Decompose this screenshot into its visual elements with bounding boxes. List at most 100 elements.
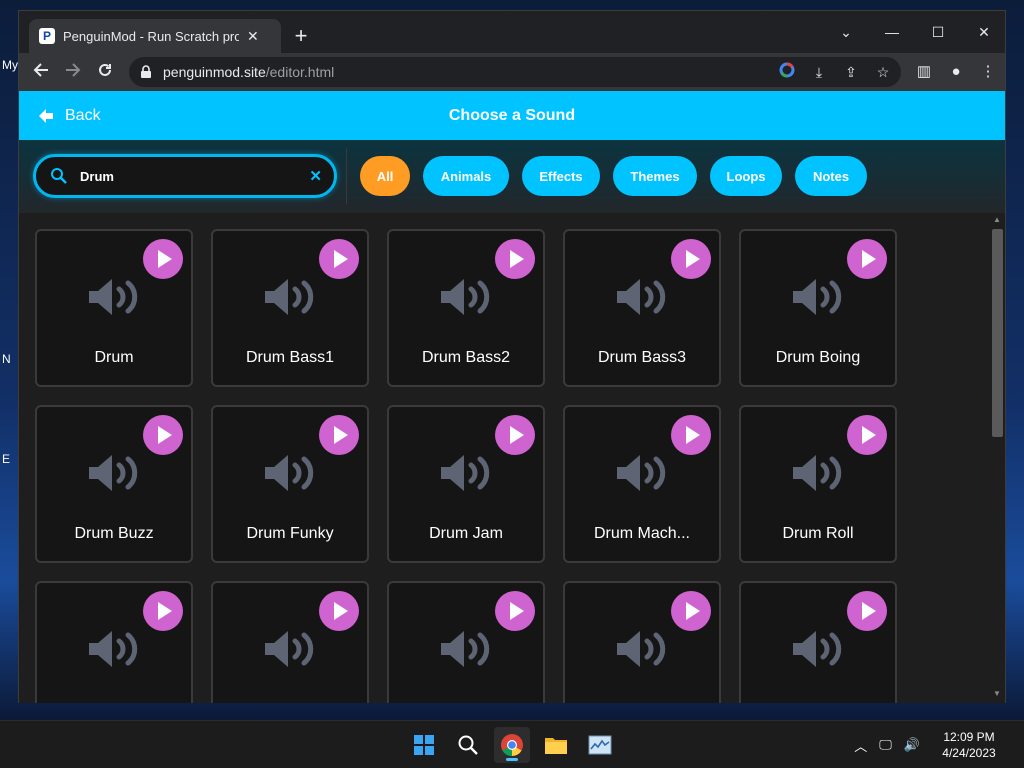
browser-toolbar: penguinmod.site/editor.html ⤓ ⇪ ☆ ▥ ● ⋮ (19, 53, 1005, 91)
sound-card[interactable]: Drum Boing (739, 229, 897, 387)
filter-pill-effects[interactable]: Effects (522, 156, 600, 196)
file-explorer-icon[interactable] (538, 727, 574, 763)
new-tab-button[interactable]: + (287, 23, 315, 51)
play-button[interactable] (143, 591, 183, 631)
sound-card[interactable]: Drum Bass3 (563, 229, 721, 387)
back-button[interactable]: Back (37, 91, 101, 140)
sound-card[interactable] (387, 581, 545, 703)
scrollbar[interactable]: ▲ ▼ (989, 213, 1005, 703)
sound-card[interactable] (739, 581, 897, 703)
taskbar-search-icon[interactable] (450, 727, 486, 763)
network-icon[interactable]: 🖵 (879, 737, 892, 753)
browser-tab[interactable]: P PenguinMod - Run Scratch proje ✕ (29, 19, 281, 53)
chrome-icon[interactable] (494, 727, 530, 763)
filter-pill-themes[interactable]: Themes (613, 156, 697, 196)
play-button[interactable] (319, 239, 359, 279)
reload-icon[interactable] (91, 58, 119, 86)
play-icon (510, 426, 524, 444)
speaker-icon (793, 455, 842, 491)
tab-search-chevron-icon[interactable]: ⌄ (823, 17, 869, 47)
minimize-button[interactable]: — (869, 17, 915, 47)
bookmark-star-icon[interactable]: ☆ (873, 62, 893, 82)
search-field[interactable]: ✕ (33, 154, 337, 198)
sound-name: Drum Boing (775, 349, 861, 366)
sound-card[interactable] (563, 581, 721, 703)
share-icon[interactable]: ⇪ (841, 62, 861, 82)
play-icon (686, 250, 700, 268)
sound-name: Drum Bass2 (421, 349, 511, 366)
profile-icon[interactable]: ● (947, 62, 965, 82)
sound-card[interactable]: Drum Bass1 (211, 229, 369, 387)
play-icon (334, 250, 348, 268)
clear-search-icon[interactable]: ✕ (309, 167, 322, 185)
scroll-down-icon[interactable]: ▼ (992, 689, 1002, 698)
play-button[interactable] (671, 239, 711, 279)
play-button[interactable] (143, 415, 183, 455)
scrollbar-thumb[interactable] (992, 229, 1003, 437)
sound-name: Drum Mach... (593, 525, 690, 542)
sound-card[interactable] (35, 581, 193, 703)
sound-card[interactable]: Drum Mach... (563, 405, 721, 563)
clock-time: 12:09 PM (943, 730, 995, 744)
play-icon (510, 250, 524, 268)
close-tab-icon[interactable]: ✕ (247, 28, 259, 45)
menu-kebab-icon[interactable]: ⋮ (979, 62, 997, 82)
clock-date: 4/24/2023 (942, 746, 996, 760)
desktop-icon-label[interactable]: My (2, 58, 18, 72)
sound-card[interactable]: Drum Jam (387, 405, 545, 563)
search-input[interactable] (80, 168, 290, 184)
sound-card[interactable]: Drum Buzz (35, 405, 193, 563)
back-arrow-icon[interactable] (27, 58, 55, 86)
volume-icon[interactable]: 🔊 (904, 737, 920, 753)
sound-name: Drum Jam (429, 525, 503, 542)
desktop-icon-label[interactable]: N (2, 352, 11, 366)
play-button[interactable] (495, 591, 535, 631)
sound-name: Drum Buzz (74, 525, 154, 542)
taskbar: ︿ 🖵 🔊 12:09 PM 4/24/2023 (0, 720, 1024, 768)
play-icon (334, 426, 348, 444)
sound-grid-scroll[interactable]: Drum Drum Bass1 Drum Bass2 Drum Bass3 Drum B… (19, 213, 1005, 703)
speaker-icon (617, 455, 666, 491)
search-icon (51, 168, 67, 184)
speaker-icon (617, 279, 666, 315)
play-button[interactable] (319, 415, 359, 455)
play-button[interactable] (847, 591, 887, 631)
sound-card[interactable]: Drum Bass2 (387, 229, 545, 387)
install-app-icon[interactable]: ⤓ (809, 62, 829, 82)
url-path: /editor.html (265, 64, 335, 80)
play-button[interactable] (847, 239, 887, 279)
play-button[interactable] (143, 239, 183, 279)
speaker-icon (265, 279, 314, 315)
play-button[interactable] (495, 415, 535, 455)
side-panel-icon[interactable]: ▥ (915, 62, 933, 82)
windows-start-icon[interactable] (406, 727, 442, 763)
sound-name: Drum (94, 349, 134, 366)
play-button[interactable] (671, 415, 711, 455)
scroll-up-icon[interactable]: ▲ (992, 215, 1002, 224)
address-bar[interactable]: penguinmod.site/editor.html ⤓ ⇪ ☆ (129, 57, 901, 87)
desktop-icon-label[interactable]: E (2, 452, 10, 466)
url-host: penguinmod.site (163, 64, 266, 80)
filter-pill-notes[interactable]: Notes (795, 156, 867, 196)
filter-pill-animals[interactable]: Animals (423, 156, 509, 196)
tray-overflow-chevron-icon[interactable]: ︿ (854, 736, 867, 755)
play-icon (158, 426, 172, 444)
play-button[interactable] (847, 415, 887, 455)
filter-pill-all[interactable]: All (360, 156, 410, 196)
play-button[interactable] (671, 591, 711, 631)
sound-card[interactable]: Drum Funky (211, 405, 369, 563)
clock[interactable]: 12:09 PM 4/24/2023 (932, 729, 1006, 761)
filter-pill-loops[interactable]: Loops (710, 156, 782, 196)
performance-monitor-icon[interactable] (582, 727, 618, 763)
forward-arrow-icon[interactable] (59, 58, 87, 86)
close-window-button[interactable]: ✕ (961, 17, 1007, 47)
sound-card[interactable]: Drum (35, 229, 193, 387)
speaker-icon (265, 455, 314, 491)
sound-card[interactable]: Drum Roll (739, 405, 897, 563)
google-lens-icon[interactable] (777, 62, 797, 82)
play-button[interactable] (495, 239, 535, 279)
sound-card[interactable] (211, 581, 369, 703)
speaker-icon (793, 279, 842, 315)
maximize-button[interactable]: ☐ (915, 17, 961, 47)
play-button[interactable] (319, 591, 359, 631)
